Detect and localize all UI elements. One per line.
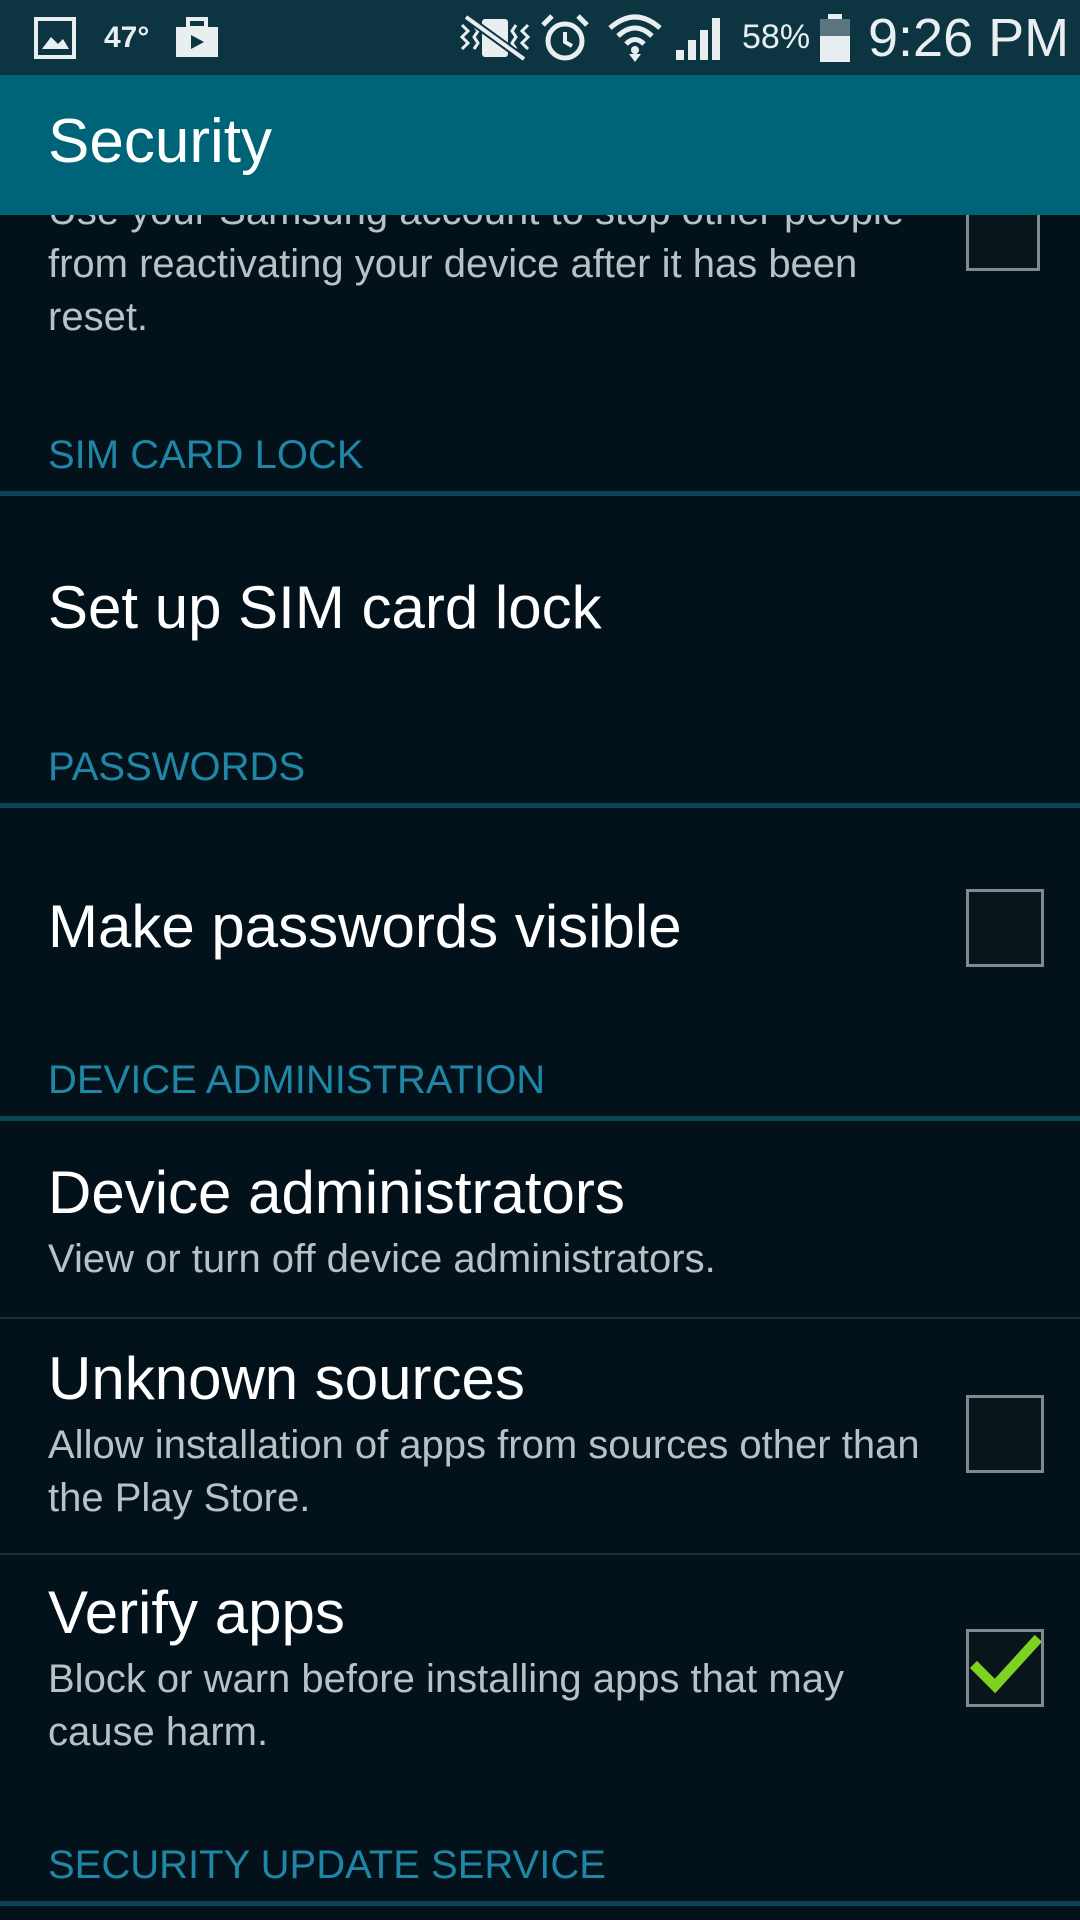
signal-icon — [674, 0, 726, 75]
status-bar: 47° 58% 9:26 PM — [0, 0, 1080, 75]
unknown-sources-title: Unknown sources — [48, 1345, 525, 1412]
verify-apps-summary: Block or warn before installing apps tha… — [48, 1657, 844, 1754]
section-label: SIM CARD LOCK — [48, 433, 364, 477]
reactivation-lock-checkbox[interactable] — [966, 215, 1040, 271]
security-settings-screen: 47° 58% 9:26 PM Security from reactivati… — [0, 0, 1080, 1920]
verify-apps-title: Verify apps — [48, 1579, 345, 1646]
check-mark-icon — [969, 1634, 1041, 1694]
section-label: DEVICE ADMINISTRATION — [48, 1058, 546, 1102]
wifi-icon — [608, 0, 662, 75]
make-passwords-visible-item[interactable]: Make passwords visible — [0, 807, 1080, 1047]
alarm-icon — [540, 0, 590, 75]
battery-percent-text: 58% — [742, 18, 811, 56]
make-passwords-visible-title: Make passwords visible — [48, 893, 682, 960]
action-bar: Security — [0, 75, 1080, 215]
reactivation-lock-summary: Use your Samsung account to stop other p… — [48, 215, 904, 339]
make-passwords-visible-checkbox[interactable] — [966, 889, 1044, 967]
section-label: PASSWORDS — [48, 745, 306, 789]
verify-apps-item[interactable]: Verify apps Block or warn before install… — [0, 1555, 1080, 1795]
device-administrators-item[interactable]: Device administrators View or turn off d… — [0, 1121, 1080, 1321]
section-rule — [0, 1901, 1080, 1906]
section-label: SECURITY UPDATE SERVICE — [48, 1843, 606, 1887]
clock-text: 9:26 PM — [868, 7, 1070, 68]
sim-lock-item[interactable]: Set up SIM card lock — [0, 492, 1080, 732]
page-title: Security — [48, 107, 272, 176]
reactivation-lock-item[interactable]: Use your Samsung account to stop other p… — [0, 215, 1080, 360]
verify-apps-checkbox[interactable] — [966, 1629, 1044, 1707]
temperature-text: 47° — [104, 20, 150, 54]
device-administrators-summary: View or turn off device administrators. — [48, 1237, 716, 1281]
gallery-icon — [34, 0, 76, 75]
settings-list[interactable]: Use your Samsung account to stop other p… — [0, 215, 1080, 1920]
work-bag-icon — [174, 0, 220, 75]
sim-lock-title: Set up SIM card lock — [48, 574, 602, 641]
unknown-sources-checkbox[interactable] — [966, 1395, 1044, 1473]
unknown-sources-item[interactable]: Unknown sources Allow installation of ap… — [0, 1319, 1080, 1553]
vibrate-icon — [458, 0, 532, 75]
unknown-sources-summary: Allow installation of apps from sources … — [48, 1423, 920, 1520]
device-administrators-title: Device administrators — [48, 1159, 625, 1226]
battery-icon — [818, 0, 852, 75]
